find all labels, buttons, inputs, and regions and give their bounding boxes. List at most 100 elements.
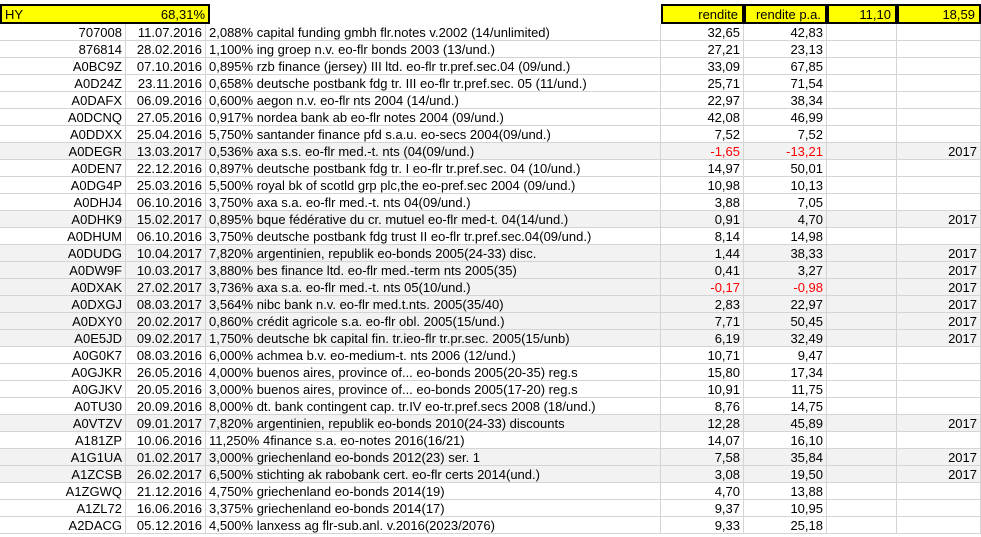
cell-description[interactable]: 7,820% argentinien, republik eo-bonds 20…	[206, 245, 661, 262]
cell-rendite[interactable]: 22,97	[661, 92, 744, 109]
cell-rendite[interactable]: 25,71	[661, 75, 744, 92]
cell-year[interactable]	[897, 194, 981, 211]
cell-date[interactable]: 23.11.2016	[126, 75, 206, 92]
cell-rendite-pa[interactable]: 10,95	[744, 500, 827, 517]
cell-rendite-pa[interactable]: 42,83	[744, 24, 827, 41]
cell-rendite[interactable]: 0,41	[661, 262, 744, 279]
cell-date[interactable]: 20.09.2016	[126, 398, 206, 415]
hy-summary-cell[interactable]: HY 68,31%	[0, 4, 210, 24]
cell-description[interactable]: 0,536% axa s.s. eo-flr med.-t. nts (04(0…	[206, 143, 661, 160]
cell-year[interactable]	[897, 398, 981, 415]
cell-description[interactable]: 3,000% buenos aires, province of... eo-b…	[206, 381, 661, 398]
cell-code[interactable]: A0DCNQ	[0, 109, 126, 126]
cell-code[interactable]: A0G0K7	[0, 347, 126, 364]
cell-rendite[interactable]: -1,65	[661, 143, 744, 160]
cell-rendite-pa[interactable]: 17,34	[744, 364, 827, 381]
cell-date[interactable]: 20.02.2017	[126, 313, 206, 330]
cell-rendite[interactable]: 14,97	[661, 160, 744, 177]
table-row[interactable]: A0DHUM 06.10.2016 3,750% deutsche postbank…	[0, 228, 981, 245]
table-row[interactable]: A0D24Z 23.11.2016 0,658% deutsche postbank…	[0, 75, 981, 92]
cell-rendite-pa[interactable]: 50,01	[744, 160, 827, 177]
cell-empty[interactable]	[827, 245, 897, 262]
cell-code[interactable]: A0D24Z	[0, 75, 126, 92]
cell-rendite[interactable]: 6,19	[661, 330, 744, 347]
cell-empty[interactable]	[827, 194, 897, 211]
cell-rendite[interactable]: 33,09	[661, 58, 744, 75]
cell-description[interactable]: 7,820% argentinien, republik eo-bonds 20…	[206, 415, 661, 432]
cell-description[interactable]: 2,088% capital funding gmbh flr.notes v.…	[206, 24, 661, 41]
cell-rendite-pa[interactable]: 35,84	[744, 449, 827, 466]
cell-empty[interactable]	[827, 92, 897, 109]
cell-rendite-pa[interactable]: 11,75	[744, 381, 827, 398]
cell-rendite[interactable]: 9,33	[661, 517, 744, 534]
cell-empty[interactable]	[827, 347, 897, 364]
cell-rendite[interactable]: 7,71	[661, 313, 744, 330]
cell-code[interactable]: A0DXAK	[0, 279, 126, 296]
rendite-header[interactable]: rendite	[661, 4, 744, 24]
cell-rendite-pa[interactable]: 71,54	[744, 75, 827, 92]
cell-year[interactable]	[897, 381, 981, 398]
cell-code[interactable]: A1G1UA	[0, 449, 126, 466]
table-row[interactable]: A0DHJ4 06.10.2016 3,750% axa s.a. eo-flr m…	[0, 194, 981, 211]
cell-year[interactable]: 2017	[897, 279, 981, 296]
cell-date[interactable]: 10.04.2017	[126, 245, 206, 262]
cell-year[interactable]	[897, 24, 981, 41]
header-value-2[interactable]: 18,59	[897, 4, 981, 24]
cell-year[interactable]: 2017	[897, 466, 981, 483]
cell-date[interactable]: 26.02.2017	[126, 466, 206, 483]
cell-rendite[interactable]: 0,91	[661, 211, 744, 228]
cell-rendite-pa[interactable]: 14,98	[744, 228, 827, 245]
cell-year[interactable]: 2017	[897, 415, 981, 432]
cell-code[interactable]: 876814	[0, 41, 126, 58]
cell-description[interactable]: 5,750% santander finance pfd s.a.u. eo-s…	[206, 126, 661, 143]
cell-rendite-pa[interactable]: 46,99	[744, 109, 827, 126]
cell-description[interactable]: 11,250% 4finance s.a. eo-notes 2016(16/2…	[206, 432, 661, 449]
cell-date[interactable]: 28.02.2016	[126, 41, 206, 58]
cell-rendite-pa[interactable]: 50,45	[744, 313, 827, 330]
cell-year[interactable]: 2017	[897, 143, 981, 160]
cell-description[interactable]: 0,860% crédit agricole s.a. eo-flr obl. …	[206, 313, 661, 330]
cell-description[interactable]: 6,500% stichting ak rabobank cert. eo-fl…	[206, 466, 661, 483]
cell-date[interactable]: 10.06.2016	[126, 432, 206, 449]
cell-description[interactable]: 0,600% aegon n.v. eo-flr nts 2004 (14/un…	[206, 92, 661, 109]
cell-empty[interactable]	[827, 296, 897, 313]
cell-year[interactable]	[897, 364, 981, 381]
cell-empty[interactable]	[827, 432, 897, 449]
cell-description[interactable]: 5,500% royal bk of scotld grp plc,the eo…	[206, 177, 661, 194]
cell-rendite-pa[interactable]: 9,47	[744, 347, 827, 364]
cell-empty[interactable]	[827, 262, 897, 279]
cell-rendite[interactable]: 1,44	[661, 245, 744, 262]
cell-date[interactable]: 15.02.2017	[126, 211, 206, 228]
cell-code[interactable]: A1ZGWQ	[0, 483, 126, 500]
cell-rendite-pa[interactable]: 67,85	[744, 58, 827, 75]
table-row[interactable]: A0BC9Z 07.10.2016 0,895% rzb finance (jers…	[0, 58, 981, 75]
cell-code[interactable]: A2DACG	[0, 517, 126, 534]
cell-empty[interactable]	[827, 160, 897, 177]
cell-empty[interactable]	[827, 211, 897, 228]
table-row[interactable]: A0DCNQ 27.05.2016 0,917% nordea bank ab eo…	[0, 109, 981, 126]
cell-empty[interactable]	[827, 75, 897, 92]
cell-code[interactable]: A0DDXX	[0, 126, 126, 143]
cell-rendite-pa[interactable]: -13,21	[744, 143, 827, 160]
cell-code[interactable]: A0DW9F	[0, 262, 126, 279]
cell-rendite[interactable]: 42,08	[661, 109, 744, 126]
table-row[interactable]: A0VTZV 09.01.2017 7,820% argentinien, repu…	[0, 415, 981, 432]
cell-code[interactable]: 707008	[0, 24, 126, 41]
cell-empty[interactable]	[827, 24, 897, 41]
cell-date[interactable]: 01.02.2017	[126, 449, 206, 466]
table-row[interactable]: 707008 11.07.2016 2,088% capital funding g…	[0, 24, 981, 41]
cell-description[interactable]: 0,897% deutsche postbank fdg tr. I eo-fl…	[206, 160, 661, 177]
cell-date[interactable]: 13.03.2017	[126, 143, 206, 160]
header-value-1[interactable]: 11,10	[827, 4, 897, 24]
cell-date[interactable]: 25.04.2016	[126, 126, 206, 143]
cell-empty[interactable]	[827, 109, 897, 126]
cell-empty[interactable]	[827, 41, 897, 58]
cell-year[interactable]	[897, 75, 981, 92]
cell-description[interactable]: 3,736% axa s.a. eo-flr med.-t. nts 05(10…	[206, 279, 661, 296]
cell-year[interactable]: 2017	[897, 313, 981, 330]
cell-code[interactable]: A0DXY0	[0, 313, 126, 330]
cell-empty[interactable]	[827, 177, 897, 194]
cell-rendite-pa[interactable]: 7,05	[744, 194, 827, 211]
cell-date[interactable]: 26.05.2016	[126, 364, 206, 381]
cell-date[interactable]: 08.03.2017	[126, 296, 206, 313]
